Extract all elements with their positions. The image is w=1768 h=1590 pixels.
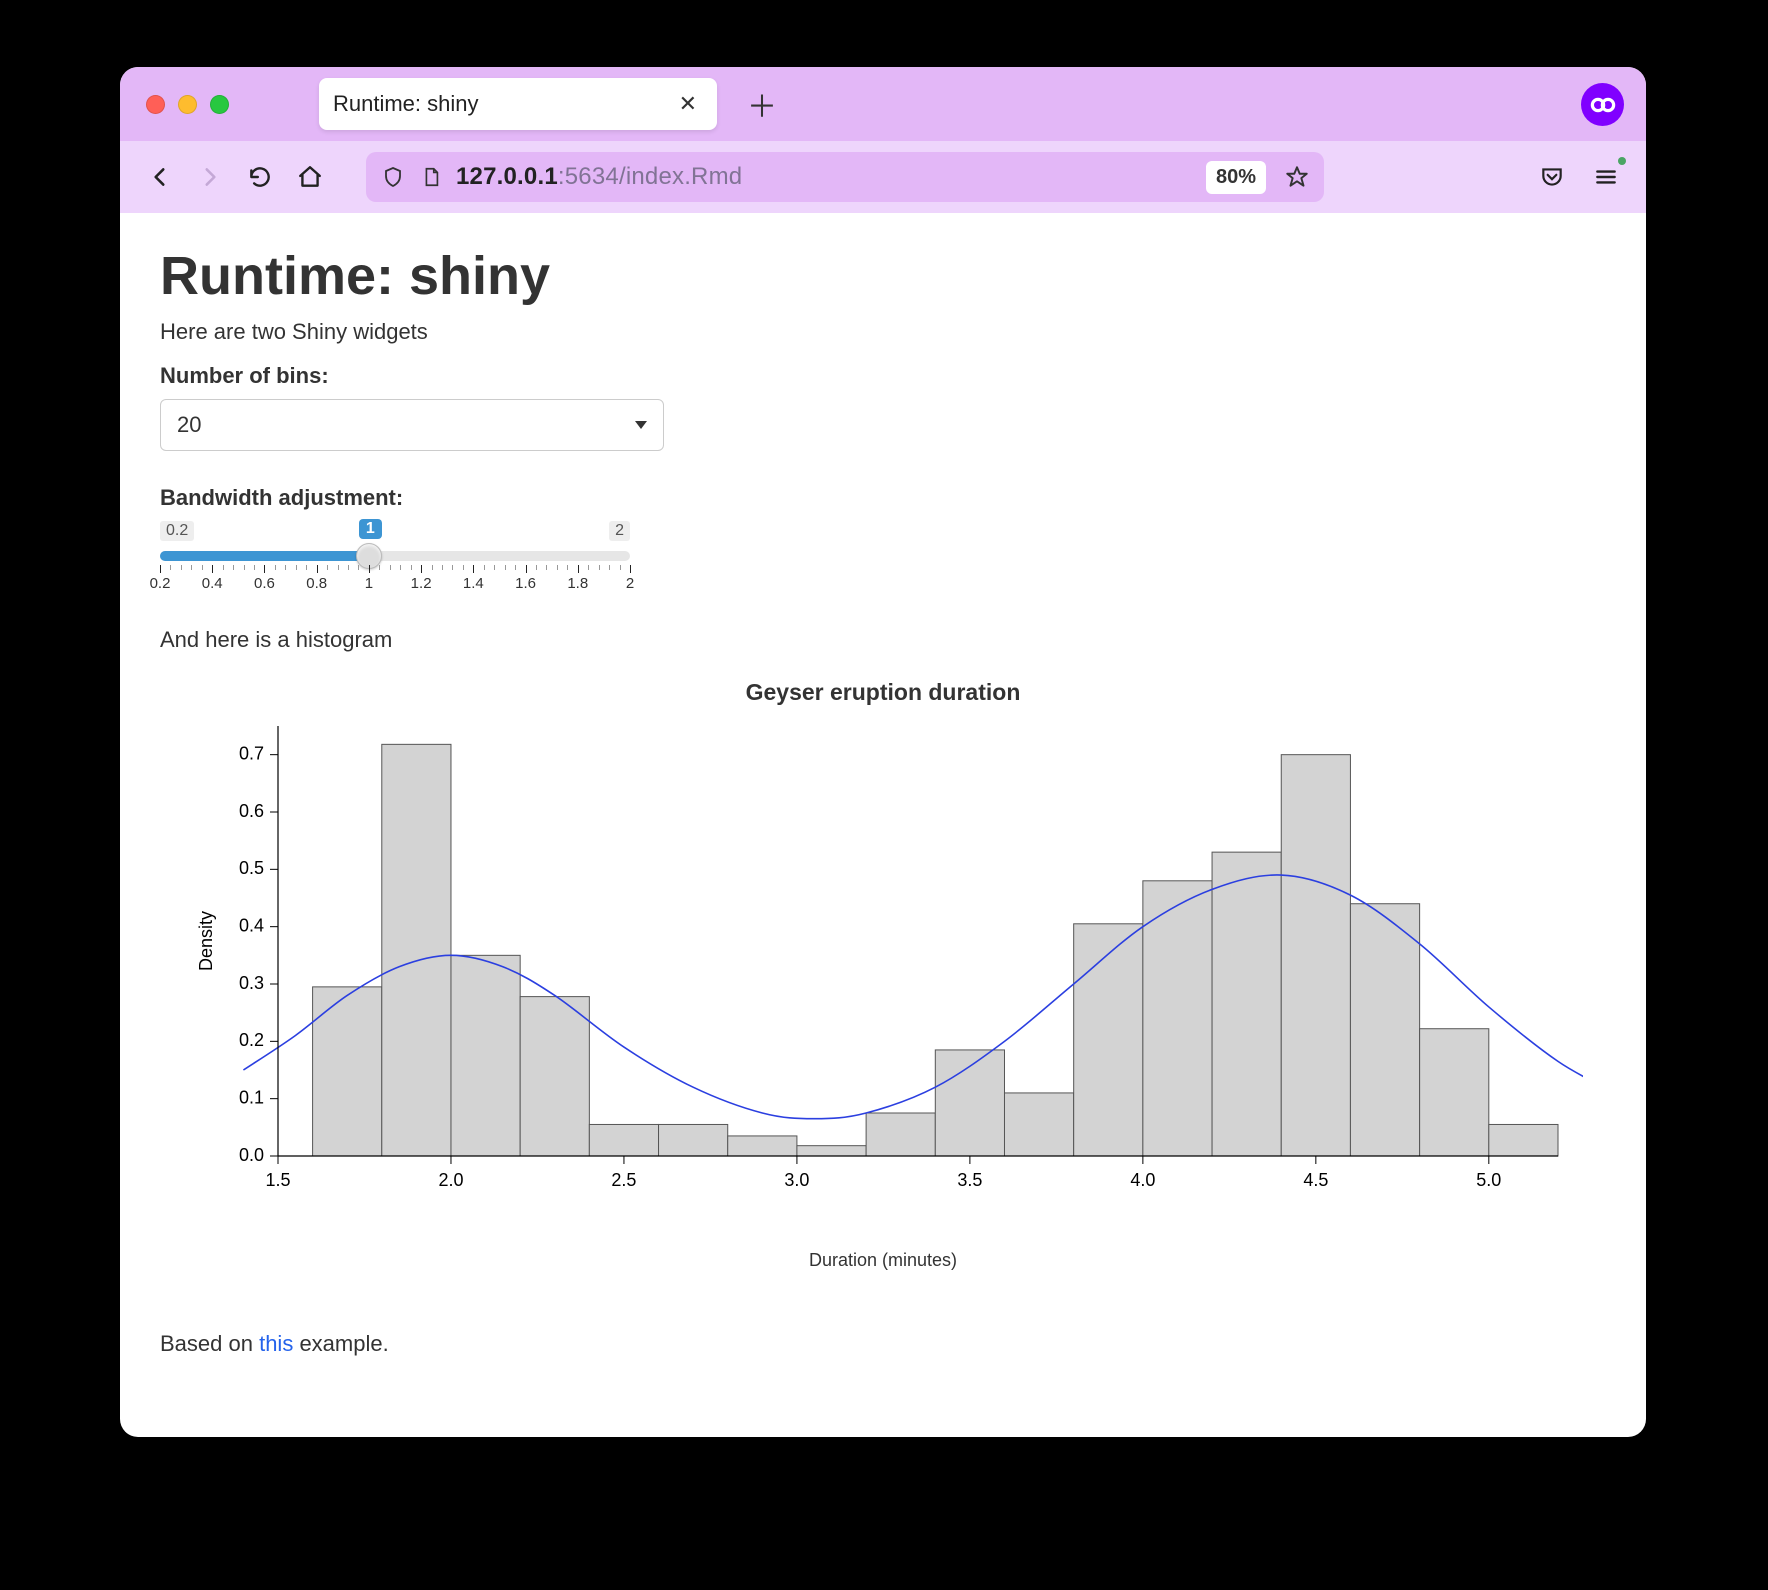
extension-icon[interactable] [1581,83,1624,126]
svg-text:0.7: 0.7 [239,743,264,763]
bandwidth-label: Bandwidth adjustment: [160,485,1606,511]
slider-value-bubble: 1 [359,519,382,539]
new-tab-icon[interactable]: ＋ [747,82,777,126]
svg-text:0.2: 0.2 [239,1030,264,1050]
close-window-button[interactable] [146,95,165,114]
titlebar: Runtime: shiny ✕ ＋ [120,67,1646,141]
intro-text: Here are two Shiny widgets [160,319,1606,345]
toolbar: 127.0.0.1:5634/index.Rmd 80% [120,141,1646,213]
svg-text:0.3: 0.3 [239,973,264,993]
zoom-badge[interactable]: 80% [1206,161,1266,194]
svg-text:0.0: 0.0 [239,1145,264,1165]
svg-text:2.5: 2.5 [611,1170,636,1190]
bookmark-icon[interactable] [1284,164,1310,190]
svg-text:0.6: 0.6 [239,801,264,821]
pocket-icon[interactable] [1530,155,1574,199]
histogram-intro: And here is a histogram [160,627,1606,653]
reload-button[interactable] [238,155,282,199]
svg-text:0.1: 0.1 [239,1087,264,1107]
svg-text:4.5: 4.5 [1303,1170,1328,1190]
slider-fill [160,551,369,561]
home-button[interactable] [288,155,332,199]
bins-label: Number of bins: [160,363,1606,389]
browser-window: Runtime: shiny ✕ ＋ [120,67,1646,1437]
minimize-window-button[interactable] [178,95,197,114]
page-title: Runtime: shiny [160,245,1606,307]
tab-title: Runtime: shiny [333,91,673,117]
window-controls [120,95,229,114]
svg-text:1.5: 1.5 [265,1170,290,1190]
svg-text:Density: Density [196,911,216,971]
chart-title: Geyser eruption duration [160,679,1606,706]
slider-max-label: 2 [609,521,630,541]
slider-track[interactable] [160,551,630,561]
example-link[interactable]: this [259,1331,293,1356]
page-icon [418,164,444,190]
address-bar[interactable]: 127.0.0.1:5634/index.Rmd 80% [366,152,1324,202]
slider-ticks: 0.20.40.60.811.21.41.61.82 [160,565,630,593]
notification-dot-icon [1618,157,1626,165]
bins-select[interactable]: 20 [160,399,664,451]
page-content: Runtime: shiny Here are two Shiny widget… [120,213,1646,1387]
chart-container: Geyser eruption duration 1.5 2.0 2.5 3.0 3.5… [160,679,1606,1271]
forward-button[interactable] [188,155,232,199]
svg-text:3.5: 3.5 [957,1170,982,1190]
svg-text:3.0: 3.0 [784,1170,809,1190]
back-button[interactable] [138,155,182,199]
svg-text:5.0: 5.0 [1476,1170,1501,1190]
svg-text:4.0: 4.0 [1130,1170,1155,1190]
slider-min-label: 0.2 [160,521,194,541]
svg-text:0.4: 0.4 [239,915,264,935]
browser-tab[interactable]: Runtime: shiny ✕ [319,78,717,130]
bandwidth-slider[interactable]: 0.2 2 1 0.20.40.60.811.21.41.61.82 [160,521,630,593]
chevron-down-icon [635,421,647,429]
bins-selected-value: 20 [177,412,201,438]
close-tab-icon[interactable]: ✕ [673,87,703,121]
footer-text: Based on this example. [160,1331,1606,1357]
chart-xlabel: Duration (minutes) [160,1250,1606,1271]
chart-plot: 1.5 2.0 2.5 3.0 3.5 4.0 4.5 5.0 0.0 0.1 0.2 0.3 0.4 0… [183,716,1583,1216]
svg-text:0.5: 0.5 [239,858,264,878]
shield-icon[interactable] [380,164,406,190]
svg-text:2.0: 2.0 [438,1170,463,1190]
url-text: 127.0.0.1:5634/index.Rmd [456,163,742,191]
maximize-window-button[interactable] [210,95,229,114]
menu-button[interactable] [1584,155,1628,199]
